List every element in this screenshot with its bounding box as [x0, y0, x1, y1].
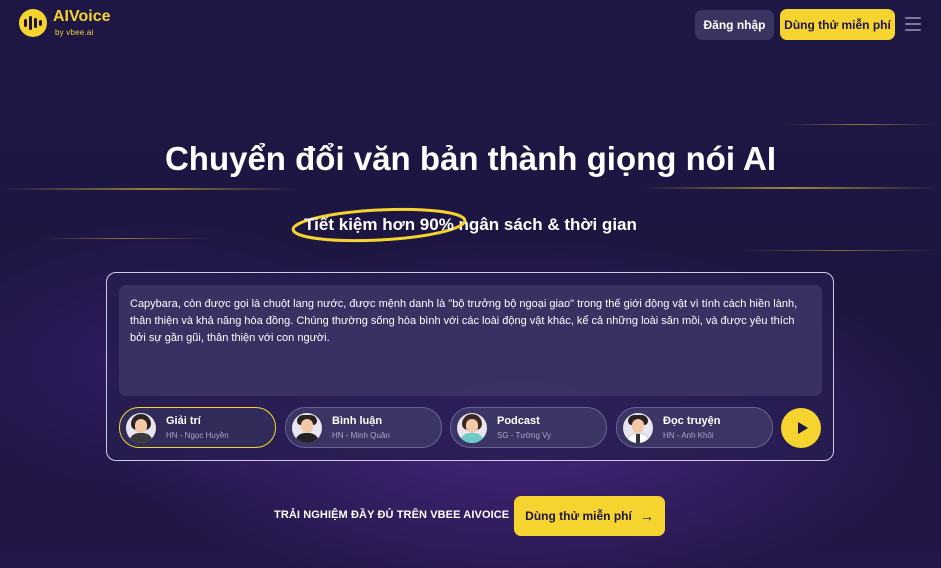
top-navbar: AIVoice by vbee.ai Đăng nhập Dùng thử mi…	[0, 0, 941, 48]
voice-name: Bình luận	[332, 415, 383, 427]
tts-text-input[interactable]: Capybara, còn được gọi là chuột lang nướ…	[119, 285, 822, 396]
cta-button-label: Dùng thử miễn phí	[525, 509, 632, 523]
avatar	[623, 412, 653, 443]
voice-speaker: HN - Anh Khôi	[663, 431, 714, 440]
light-streak	[40, 238, 210, 239]
voice-name: Podcast	[497, 415, 540, 427]
login-button[interactable]: Đăng nhập	[695, 10, 774, 40]
voice-speaker: SG - Tường Vy	[497, 431, 552, 440]
page-title: Chuyển đổi văn bản thành giọng nói AI	[164, 140, 777, 177]
light-streak	[780, 124, 940, 125]
light-streak	[640, 187, 941, 189]
light-streak	[0, 188, 300, 190]
voice-speaker: HN - Ngọc Huyền	[166, 431, 229, 440]
voice-name: Giải trí	[166, 415, 201, 427]
logo-name: AIVoice	[53, 8, 111, 25]
voice-name: Đọc truyện	[663, 415, 721, 427]
subtitle-rest: ngân sách & thời gian	[453, 215, 637, 234]
logo-byline: by vbee.ai	[55, 28, 94, 37]
play-button[interactable]	[781, 408, 821, 448]
avatar	[457, 412, 487, 443]
voice-option-commentary[interactable]: Bình luận HN - Minh Quân	[285, 407, 442, 448]
avatar	[126, 412, 156, 443]
waveform-icon	[19, 9, 47, 37]
voice-option-storytelling[interactable]: Đọc truyện HN - Anh Khôi	[616, 407, 773, 448]
voice-option-podcast[interactable]: Podcast SG - Tường Vy	[450, 407, 607, 448]
hamburger-icon[interactable]	[905, 17, 921, 31]
tts-demo-card: Capybara, còn được gọi là chuột lang nướ…	[106, 272, 834, 461]
subtitle-highlight: Tiết kiệm hơn 90%	[291, 207, 467, 243]
avatar	[292, 412, 322, 443]
cta-text: TRẢI NGHIỆM ĐẦY ĐỦ TRÊN VBEE AIVOICE	[274, 509, 510, 521]
brand-logo[interactable]: AIVoice by vbee.ai	[19, 9, 111, 37]
play-icon	[797, 422, 808, 434]
arrow-right-icon: →	[639, 508, 654, 524]
light-streak	[740, 250, 940, 251]
voice-speaker: HN - Minh Quân	[332, 431, 390, 440]
page-subtitle: Tiết kiệm hơn 90% ngân sách & thời gian	[0, 207, 941, 243]
try-free-button[interactable]: Dùng thử miễn phí	[780, 9, 895, 40]
try-free-cta-button[interactable]: Dùng thử miễn phí →	[514, 496, 665, 536]
voice-option-entertainment[interactable]: Giải trí HN - Ngọc Huyền	[119, 407, 276, 448]
